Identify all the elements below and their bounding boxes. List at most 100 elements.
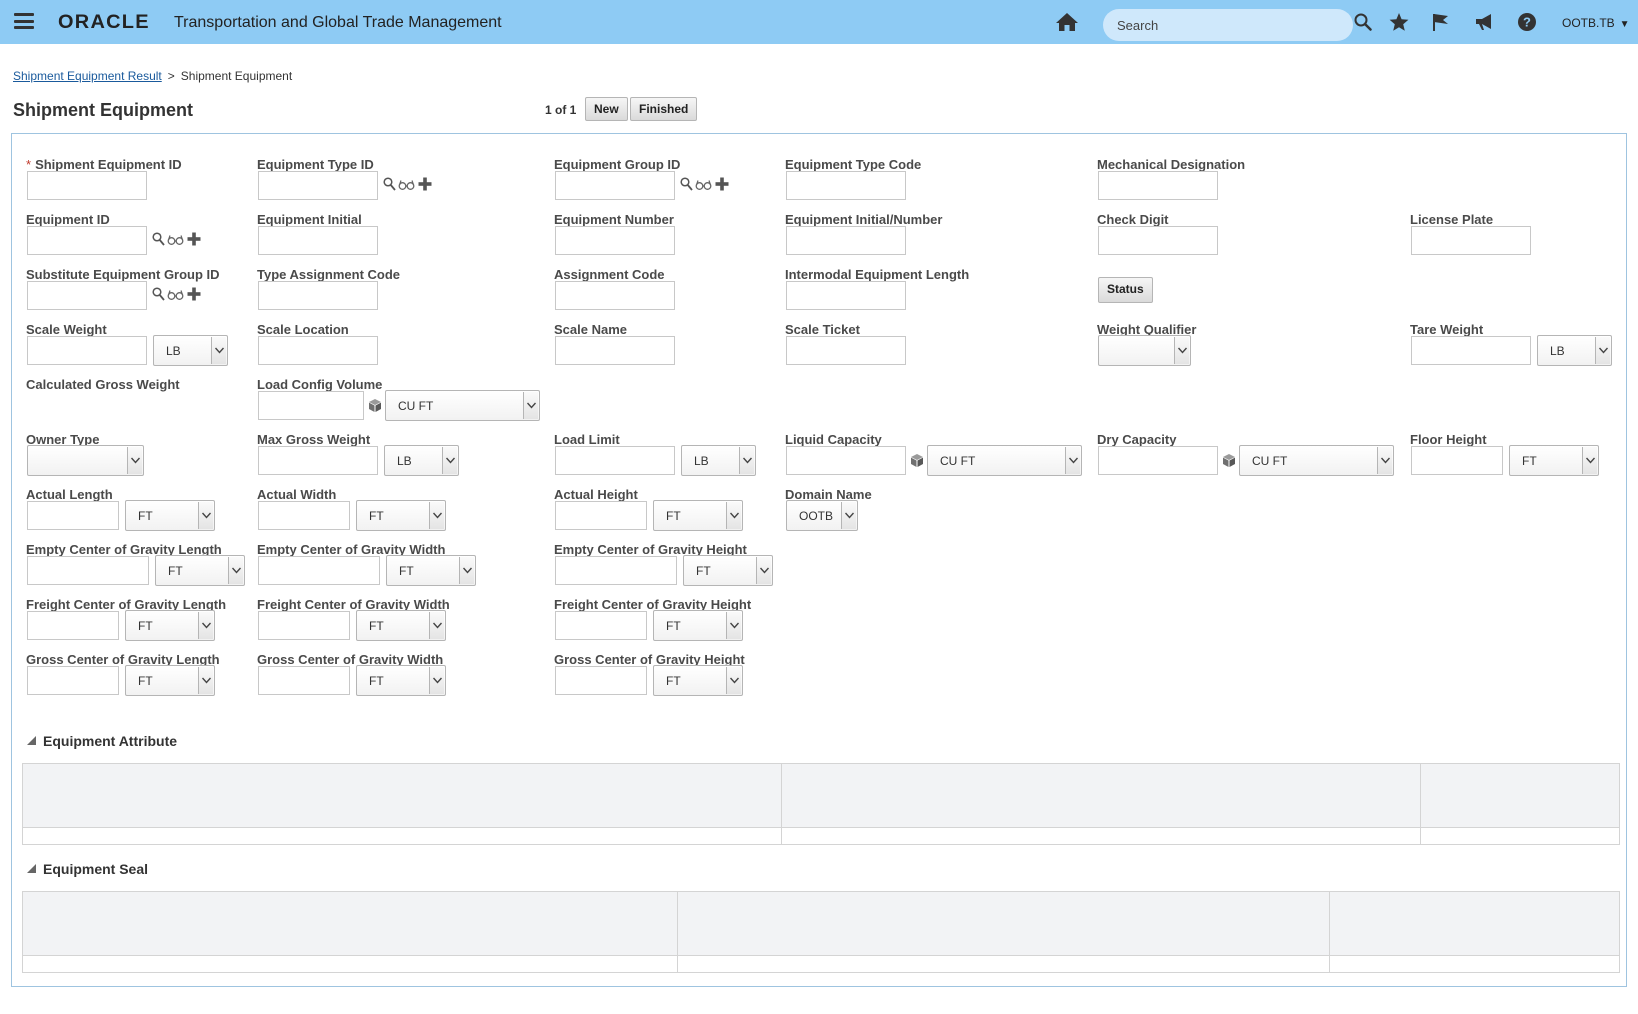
scale-weight-select[interactable]: LB xyxy=(153,335,228,366)
add-plus-icon[interactable] xyxy=(418,177,432,196)
gross-cog-width-input[interactable] xyxy=(258,666,350,695)
gross-cog-height-input[interactable] xyxy=(555,666,647,695)
select-value: CU FT xyxy=(1252,454,1288,468)
equipment-number-label: Equipment Number xyxy=(554,212,674,227)
freight-cog-height-input[interactable] xyxy=(555,611,647,640)
cube-icon[interactable] xyxy=(1222,453,1236,473)
actual-height-select[interactable]: FT xyxy=(653,500,743,531)
search-lookup-icon[interactable] xyxy=(152,287,165,306)
freight-cog-width-select[interactable]: FT xyxy=(356,610,446,641)
scale-name-input[interactable] xyxy=(555,336,675,365)
empty-cog-width-input[interactable] xyxy=(258,556,380,585)
type-assignment-code-input[interactable] xyxy=(258,281,378,310)
chevron-down-icon xyxy=(841,502,856,529)
cube-icon[interactable] xyxy=(368,398,382,418)
select-value: FT xyxy=(399,564,414,578)
add-plus-icon[interactable] xyxy=(187,287,201,306)
license-plate-input[interactable] xyxy=(1411,226,1531,255)
equipment-seal-section-header[interactable]: Equipment Seal xyxy=(26,861,148,877)
status-button[interactable]: Status xyxy=(1098,277,1153,303)
search-lookup-icon[interactable] xyxy=(152,232,165,251)
empty-cog-length-input[interactable] xyxy=(27,556,149,585)
tare-weight-input[interactable] xyxy=(1411,336,1531,365)
equipment-initial-number-input[interactable] xyxy=(786,226,906,255)
actual-width-input[interactable] xyxy=(258,501,350,530)
equipment-group-id-input[interactable] xyxy=(555,171,675,200)
max-gross-weight-select[interactable]: LB xyxy=(384,445,459,476)
add-plus-icon[interactable] xyxy=(715,177,729,196)
cube-icon[interactable] xyxy=(910,453,924,473)
gross-cog-length-input[interactable] xyxy=(27,666,119,695)
new-button[interactable]: New xyxy=(585,97,628,121)
gross-cog-length-select[interactable]: FT xyxy=(125,665,215,696)
weight-qualifier-select[interactable] xyxy=(1098,335,1191,366)
equipment-initial-input[interactable] xyxy=(258,226,378,255)
view-glasses-icon[interactable] xyxy=(695,178,712,196)
mechanical-designation-input[interactable] xyxy=(1098,171,1218,200)
chevron-down-icon xyxy=(429,612,444,639)
view-glasses-icon[interactable] xyxy=(398,178,415,196)
shipment-equipment-id-input[interactable] xyxy=(27,171,147,200)
equipment-type-id-input[interactable] xyxy=(258,171,378,200)
search-icon[interactable] xyxy=(1354,13,1372,31)
load-limit-input[interactable] xyxy=(555,446,675,475)
view-glasses-icon[interactable] xyxy=(167,233,184,251)
owner-type-select[interactable] xyxy=(27,445,144,476)
search-lookup-icon[interactable] xyxy=(383,177,396,196)
load-limit-select[interactable]: LB xyxy=(681,445,756,476)
substitute-equipment-group-id-input[interactable] xyxy=(27,281,147,310)
equipment-id-input[interactable] xyxy=(27,226,147,255)
add-plus-icon[interactable] xyxy=(187,232,201,251)
scale-location-input[interactable] xyxy=(258,336,378,365)
flag-icon[interactable] xyxy=(1430,11,1452,33)
menu-icon[interactable] xyxy=(14,13,34,29)
equipment-number-input[interactable] xyxy=(555,226,675,255)
dry-capacity-input[interactable] xyxy=(1098,446,1218,475)
search-input[interactable] xyxy=(1115,15,1315,35)
freight-cog-width-input[interactable] xyxy=(258,611,350,640)
empty-cog-width-select[interactable]: FT xyxy=(386,555,476,586)
tare-weight-select[interactable]: LB xyxy=(1537,335,1612,366)
scale-weight-label: Scale Weight xyxy=(26,322,107,337)
load-config-volume-input[interactable] xyxy=(258,391,364,420)
freight-cog-length-select[interactable]: FT xyxy=(125,610,215,641)
freight-cog-height-select[interactable]: FT xyxy=(653,610,743,641)
liquid-capacity-select[interactable]: CU FT xyxy=(927,445,1082,476)
assignment-code-input[interactable] xyxy=(555,281,675,310)
liquid-capacity-input[interactable] xyxy=(786,446,906,475)
finished-button[interactable]: Finished xyxy=(630,97,698,121)
breadcrumb-link-result[interactable]: Shipment Equipment Result xyxy=(13,69,162,83)
label-text: Substitute Equipment Group ID xyxy=(26,267,220,282)
view-glasses-icon[interactable] xyxy=(167,288,184,306)
intermodal-equipment-length-input[interactable] xyxy=(786,281,906,310)
label-text: Equipment Initial/Number xyxy=(785,212,943,227)
floor-height-select[interactable]: FT xyxy=(1509,445,1599,476)
domain-name-select[interactable]: OOTB xyxy=(786,500,858,531)
equipment-attribute-section-header[interactable]: Equipment Attribute xyxy=(26,733,177,749)
scale-ticket-label: Scale Ticket xyxy=(785,322,860,337)
freight-cog-length-input[interactable] xyxy=(27,611,119,640)
help-icon[interactable]: ? xyxy=(1516,11,1538,33)
home-icon[interactable] xyxy=(1055,12,1079,32)
actual-height-input[interactable] xyxy=(555,501,647,530)
empty-cog-length-select[interactable]: FT xyxy=(155,555,245,586)
actual-length-input[interactable] xyxy=(27,501,119,530)
actual-length-select[interactable]: FT xyxy=(125,500,215,531)
empty-cog-height-select[interactable]: FT xyxy=(683,555,773,586)
gross-cog-width-select[interactable]: FT xyxy=(356,665,446,696)
search-lookup-icon[interactable] xyxy=(680,177,693,196)
empty-cog-height-input[interactable] xyxy=(555,556,677,585)
scale-ticket-input[interactable] xyxy=(786,336,906,365)
scale-weight-input[interactable] xyxy=(27,336,147,365)
megaphone-icon[interactable] xyxy=(1473,11,1495,33)
actual-width-select[interactable]: FT xyxy=(356,500,446,531)
equipment-type-code-input[interactable] xyxy=(786,171,906,200)
gross-cog-height-select[interactable]: FT xyxy=(653,665,743,696)
check-digit-input[interactable] xyxy=(1098,226,1218,255)
dry-capacity-select[interactable]: CU FT xyxy=(1239,445,1394,476)
load-config-volume-select[interactable]: CU FT xyxy=(385,390,540,421)
floor-height-input[interactable] xyxy=(1411,446,1503,475)
max-gross-weight-input[interactable] xyxy=(258,446,378,475)
user-menu[interactable]: OOTB.TB ▼ xyxy=(1562,16,1630,30)
star-icon[interactable] xyxy=(1388,11,1410,33)
